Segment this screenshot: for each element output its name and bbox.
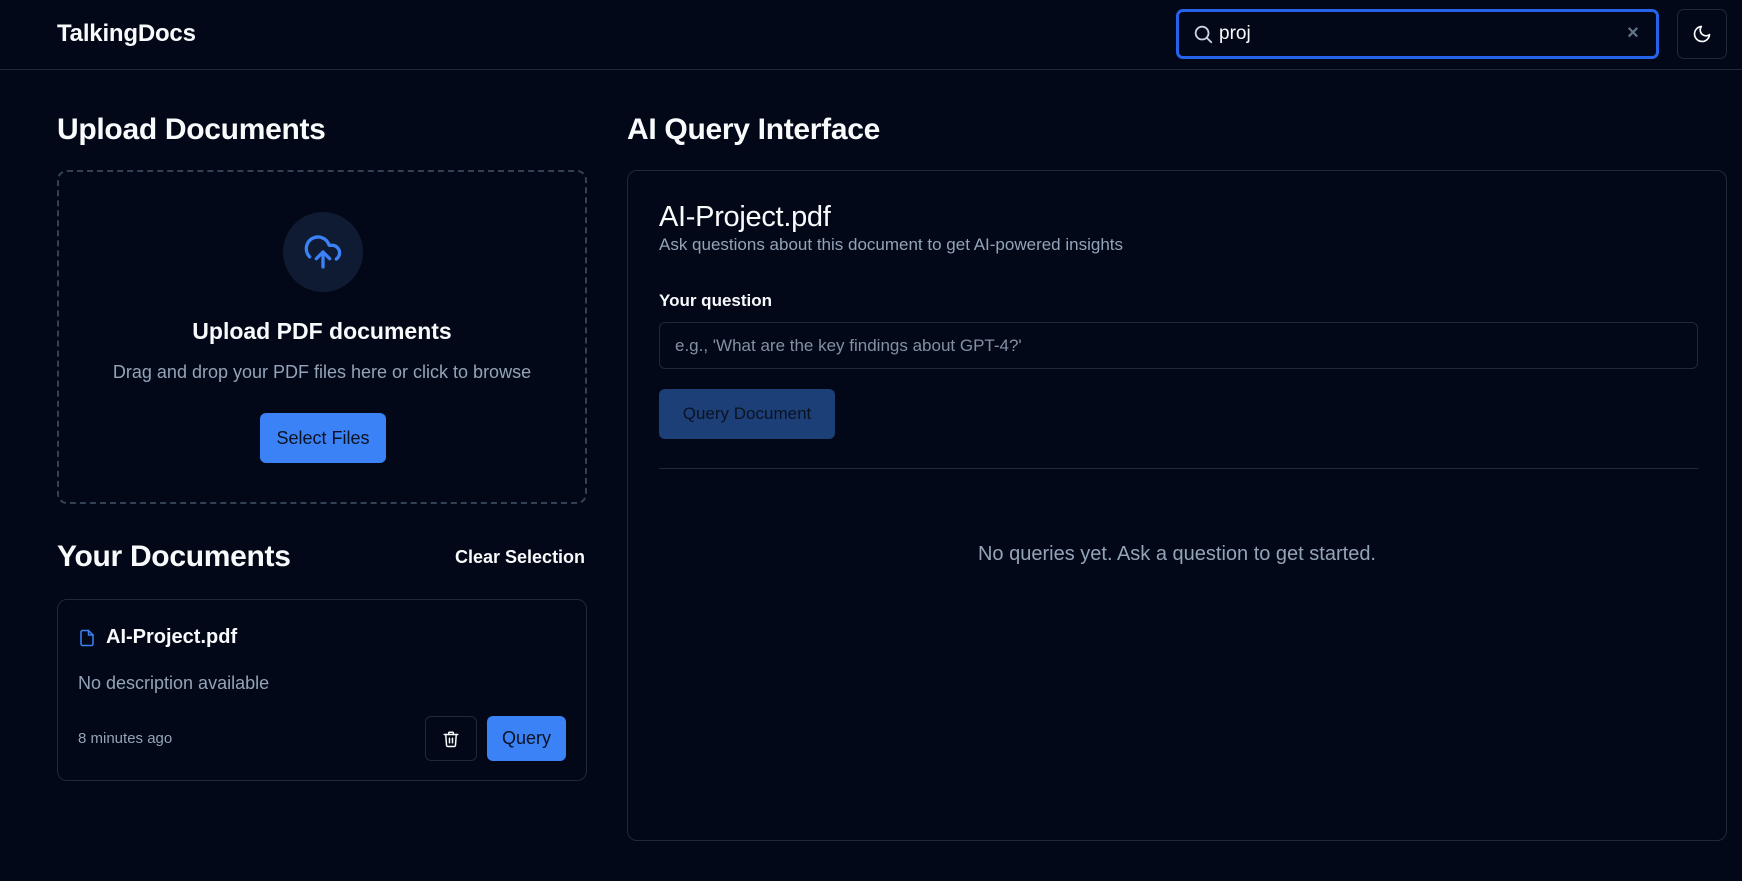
upload-subtitle: Drag and drop your PDF files here or cli… xyxy=(112,362,532,382)
document-description: No description available xyxy=(78,673,270,693)
selected-document-subtitle: Ask questions about this document to get… xyxy=(659,235,1123,254)
app-header: TalkingDocs × xyxy=(0,0,1742,70)
upload-dropzone[interactable]: Upload PDF documents Drag and drop your … xyxy=(57,170,587,504)
app-brand[interactable]: TalkingDocs xyxy=(57,20,196,48)
question-label: Your question xyxy=(659,291,773,310)
question-input[interactable] xyxy=(659,322,1698,369)
trash-icon xyxy=(443,731,459,747)
divider xyxy=(659,468,1698,469)
documents-heading: Your Documents xyxy=(57,540,291,573)
document-card[interactable]: AI-Project.pdf No description available … xyxy=(57,599,587,781)
moon-icon xyxy=(1693,25,1711,43)
clear-selection-button[interactable]: Clear Selection xyxy=(455,547,585,568)
file-icon xyxy=(80,629,94,646)
upload-title: Upload PDF documents xyxy=(192,318,452,344)
document-title-row: AI-Project.pdf xyxy=(78,626,237,649)
upload-icon-container xyxy=(283,212,363,292)
document-name: AI-Project.pdf xyxy=(106,626,238,648)
clear-search-icon[interactable]: × xyxy=(1622,22,1644,44)
submit-query-button[interactable]: Query Document xyxy=(659,389,835,439)
delete-document-button[interactable] xyxy=(425,716,477,761)
empty-queries-message: No queries yet. Ask a question to get st… xyxy=(977,543,1376,565)
selected-document-title: AI-Project.pdf xyxy=(659,201,831,233)
cloud-upload-icon xyxy=(304,235,342,269)
document-timestamp: 8 minutes ago xyxy=(78,730,173,747)
select-files-button[interactable]: Select Files xyxy=(260,413,386,463)
theme-toggle-button[interactable] xyxy=(1677,9,1727,59)
search-input[interactable] xyxy=(1219,20,1599,48)
upload-heading: Upload Documents xyxy=(57,113,326,146)
ai-query-heading: AI Query Interface xyxy=(627,113,881,146)
ai-query-panel: AI-Project.pdf Ask questions about this … xyxy=(627,170,1727,841)
search-box[interactable]: × xyxy=(1176,9,1659,59)
query-document-button[interactable]: Query xyxy=(487,716,566,761)
search-icon xyxy=(1194,25,1213,44)
